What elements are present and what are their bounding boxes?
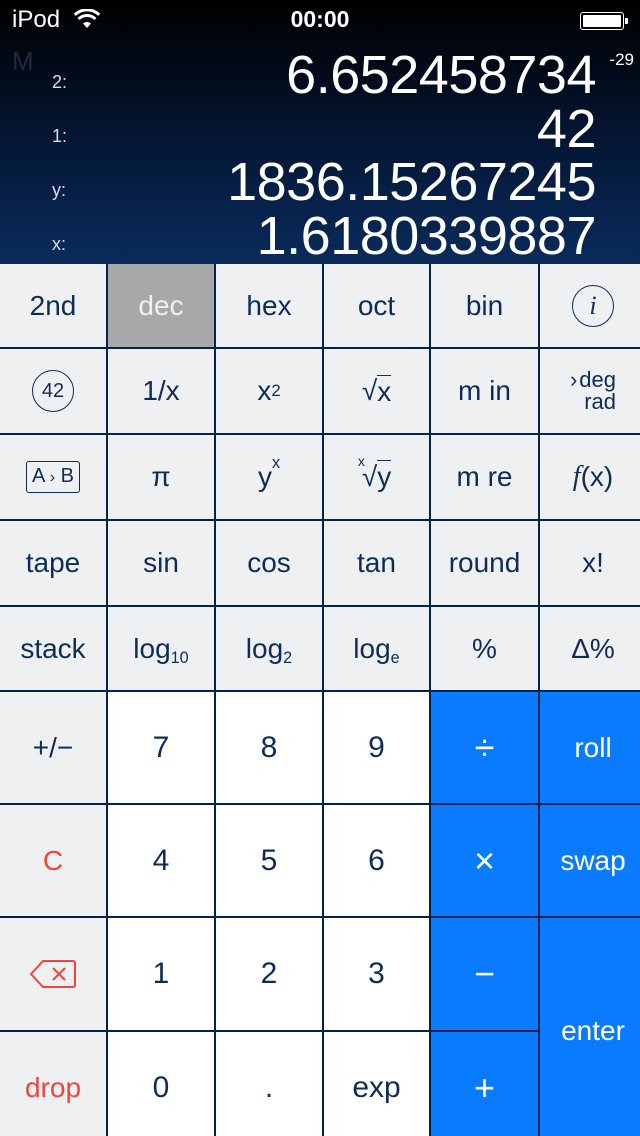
sqrt-arg: x — [377, 374, 392, 407]
pi-button[interactable]: π — [108, 435, 214, 519]
a-label: A — [31, 465, 45, 487]
mode-bin-button[interactable]: bin — [431, 264, 538, 347]
decimal-point-button[interactable]: . — [216, 1032, 322, 1136]
add-button[interactable]: + — [431, 1032, 538, 1136]
memory-in-button[interactable]: m in — [431, 349, 538, 433]
multiply-button[interactable]: × — [431, 805, 538, 916]
digit-9-button[interactable]: 9 — [324, 692, 429, 803]
digit-3-button[interactable]: 3 — [324, 918, 429, 1030]
stack-button[interactable]: stack — [0, 607, 106, 690]
log-label: log — [353, 632, 391, 664]
log-base: e — [390, 649, 400, 667]
delta-percent-button[interactable]: Δ% — [540, 607, 640, 690]
plus-minus-button[interactable]: +/− — [0, 692, 106, 803]
square-base: x — [257, 375, 272, 406]
chevron-right-icon: › — [49, 469, 56, 486]
factorial-button[interactable]: x! — [540, 521, 640, 605]
info-icon: i — [572, 284, 614, 327]
square-button[interactable]: x2 — [216, 349, 322, 433]
keypad: 2nd dec hex oct bin i 42 1/x x2 √ x m in … — [0, 264, 640, 1136]
answer-42-icon: 42 — [32, 370, 74, 412]
nth-root-button[interactable]: x √y — [324, 435, 429, 519]
memory-indicator: M — [12, 46, 34, 76]
log-base: 2 — [283, 649, 293, 667]
roll-button[interactable]: roll — [540, 692, 640, 803]
digit-8-button[interactable]: 8 — [216, 692, 322, 803]
tape-button[interactable]: tape — [0, 521, 106, 605]
log10-button[interactable]: log 10 — [108, 607, 214, 690]
b-label: B — [60, 465, 75, 487]
function-f: f — [572, 461, 581, 492]
power-exp: x — [271, 453, 281, 472]
root-arg: y — [377, 460, 392, 492]
a-to-b-button[interactable]: A › B — [0, 435, 106, 519]
mode-dec-button[interactable]: dec — [108, 264, 214, 347]
stack-label-x: x: — [52, 234, 67, 254]
root-index: x — [357, 453, 365, 469]
stack-value-1[interactable]: 42 — [537, 102, 597, 156]
second-function-button[interactable]: 2nd — [0, 264, 106, 347]
percent-button[interactable]: % — [431, 607, 538, 690]
backspace-button[interactable] — [0, 918, 106, 1030]
log-base: 10 — [170, 649, 189, 667]
log2-button[interactable]: log 2 — [216, 607, 322, 690]
clear-button[interactable]: C — [0, 805, 106, 916]
square-exp: 2 — [271, 381, 281, 400]
digit-1-button[interactable]: 1 — [108, 918, 214, 1030]
a-to-b-icon: A › B — [25, 461, 81, 493]
digit-5-button[interactable]: 5 — [216, 805, 322, 916]
subtract-button[interactable]: − — [431, 918, 538, 1030]
divide-button[interactable]: ÷ — [431, 692, 538, 803]
digit-6-button[interactable]: 6 — [324, 805, 429, 916]
stack-value-y[interactable]: 1836.15267245 — [227, 155, 596, 209]
digit-2-button[interactable]: 2 — [216, 918, 322, 1030]
sqrt-button[interactable]: √ x — [324, 349, 429, 433]
stack-label-y: y: — [52, 180, 67, 200]
info-button[interactable]: i — [540, 264, 640, 347]
mode-oct-button[interactable]: oct — [324, 264, 429, 347]
stack-label-1: 1: — [52, 126, 68, 146]
digit-7-button[interactable]: 7 — [108, 692, 214, 803]
battery-full-icon — [580, 12, 628, 30]
log-label: log — [245, 632, 284, 664]
sqrt-symbol: √ — [361, 375, 378, 406]
backspace-icon — [29, 960, 76, 988]
chevron-right-icon: › — [569, 367, 578, 392]
power-button[interactable]: yx — [216, 435, 322, 519]
exponent-button[interactable]: exp — [324, 1032, 429, 1136]
deg-rad-toggle-button[interactable]: ›deg rad — [540, 349, 640, 433]
rad-label: rad — [584, 389, 617, 414]
reciprocal-button[interactable]: 1/x — [108, 349, 214, 433]
enter-button[interactable]: enter — [540, 918, 640, 1136]
status-bar: iPod 00:00 — [0, 0, 640, 40]
sin-button[interactable]: sin — [108, 521, 214, 605]
function-button[interactable]: f (x) — [540, 435, 640, 519]
stack-label-2: 2: — [52, 72, 68, 92]
digit-0-button[interactable]: 0 — [108, 1032, 214, 1136]
mode-hex-button[interactable]: hex — [216, 264, 322, 347]
cos-button[interactable]: cos — [216, 521, 322, 605]
drop-button[interactable]: drop — [0, 1032, 106, 1136]
stack-value-2[interactable]: 6.652458734 — [286, 48, 596, 102]
power-base: y — [257, 461, 272, 492]
stack-value-x[interactable]: 1.6180339887 — [257, 209, 597, 263]
tan-button[interactable]: tan — [324, 521, 429, 605]
stack-display: iPod 00:00 M 2: 6.652458734 -29 1: 42 y:… — [0, 0, 640, 264]
answer-42-button[interactable]: 42 — [0, 349, 106, 433]
ln-button[interactable]: log e — [324, 607, 429, 690]
function-arg: (x) — [580, 461, 614, 492]
clock: 00:00 — [290, 6, 350, 32]
stack-exponent-2: -29 — [609, 50, 634, 69]
swap-button[interactable]: swap — [540, 805, 640, 916]
round-button[interactable]: round — [431, 521, 538, 605]
log-label: log — [133, 632, 171, 664]
memory-recall-button[interactable]: m re — [431, 435, 538, 519]
digit-4-button[interactable]: 4 — [108, 805, 214, 916]
